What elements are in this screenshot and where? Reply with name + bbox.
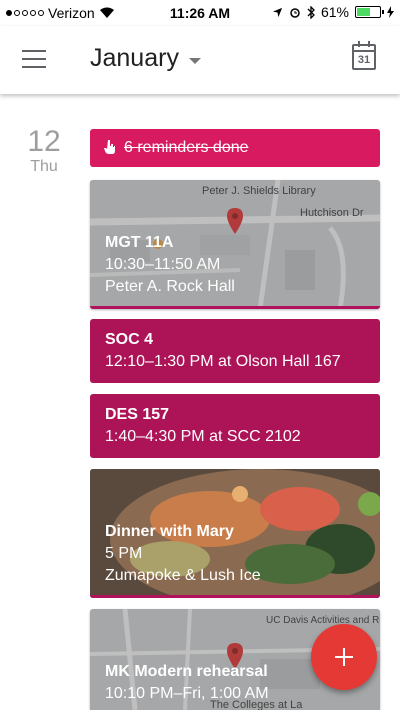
event-details: Dinner with Mary 5 PM Zumapoke & Lush Ic… <box>105 521 261 587</box>
event-card-mgt-11a[interactable]: Peter J. Shields Library Hutchison Dr MG… <box>90 180 380 309</box>
event-time: 10:30–11:50 AM <box>105 256 221 273</box>
event-card-des-157[interactable]: DES 157 1:40–4:30 PM at SCC 2102 <box>90 394 380 458</box>
menu-icon[interactable] <box>22 50 48 70</box>
status-bar: Verizon 11:26 AM 61% <box>0 0 400 26</box>
hand-pointer-icon <box>104 140 115 154</box>
location-arrow-icon <box>272 7 283 17</box>
battery-percent: 61% <box>320 4 349 20</box>
dropdown-caret-icon <box>188 57 201 64</box>
alarm-clock-icon <box>290 8 300 18</box>
weekday-label: Thu <box>30 158 58 175</box>
event-time: 12:10–1:30 PM at Olson Hall 167 <box>105 353 341 370</box>
event-card-soc-4[interactable]: SOC 4 12:10–1:30 PM at Olson Hall 167 <box>90 319 380 383</box>
event-title: MGT 11A <box>105 234 174 251</box>
event-details: DES 157 1:40–4:30 PM at SCC 2102 <box>105 404 301 448</box>
battery-icon <box>355 6 384 18</box>
event-title: DES 157 <box>105 406 170 423</box>
event-time: 5 PM <box>105 545 143 562</box>
event-details: SOC 4 12:10–1:30 PM at Olson Hall 167 <box>105 329 341 373</box>
day-number: 12 <box>27 125 61 158</box>
reminders-done-card[interactable]: 6 reminders done <box>90 129 380 167</box>
today-date-number: 31 <box>357 54 371 66</box>
event-location: Peter A. Rock Hall <box>105 278 235 295</box>
event-time: 10:10 PM–Fri, 1:00 AM <box>105 685 269 702</box>
bluetooth-icon <box>307 5 315 19</box>
event-title: MK Modern rehearsal <box>105 663 268 680</box>
event-details: MGT 11A 10:30–11:50 AM Peter A. Rock Hal… <box>105 232 235 298</box>
day-header: 12 Thu <box>24 126 64 176</box>
reminders-text: 6 reminders done <box>124 139 249 156</box>
event-card-dinner[interactable]: Dinner with Mary 5 PM Zumapoke & Lush Ic… <box>90 469 380 598</box>
status-icons: 61% <box>272 4 394 20</box>
add-event-button[interactable] <box>311 624 377 690</box>
event-time: 1:40–4:30 PM at SCC 2102 <box>105 428 301 445</box>
event-title: SOC 4 <box>105 331 154 348</box>
month-selector[interactable]: January <box>90 44 201 73</box>
month-label: January <box>90 44 179 72</box>
charging-bolt-icon <box>387 6 394 18</box>
today-calendar-icon[interactable]: 31 <box>352 41 376 70</box>
app-bar: January 31 <box>0 26 400 94</box>
event-location: Zumapoke & Lush Ice <box>105 567 261 584</box>
event-title: Dinner with Mary <box>105 523 234 540</box>
event-details: MK Modern rehearsal 10:10 PM–Fri, 1:00 A… <box>105 661 269 705</box>
